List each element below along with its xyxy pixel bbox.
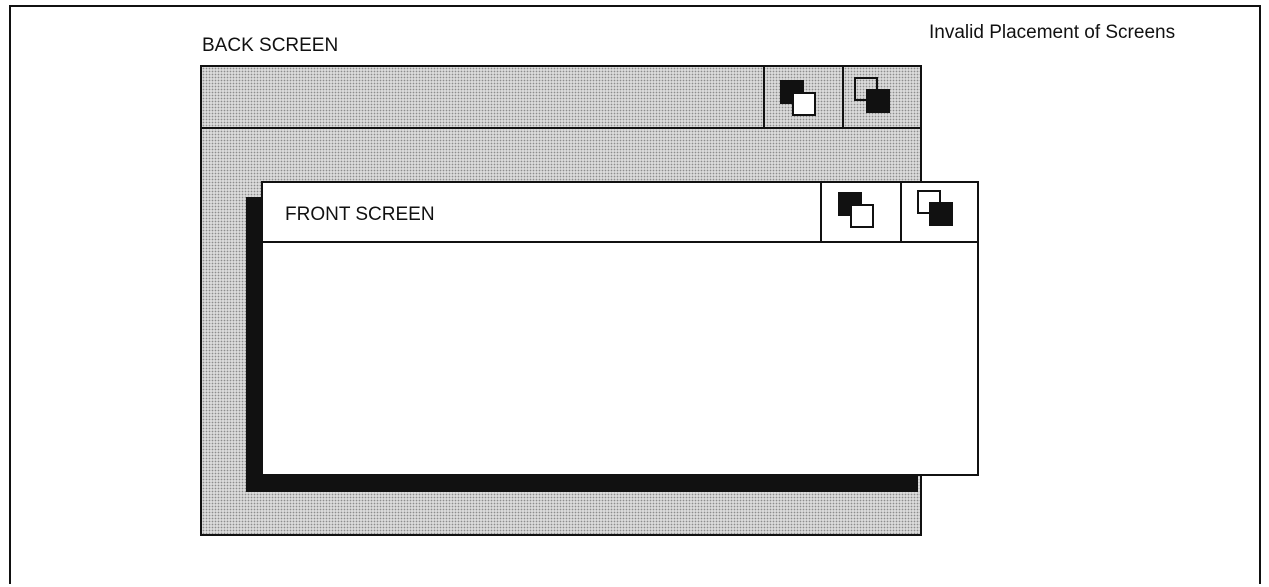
send-to-back-icon	[854, 77, 894, 115]
back-screen-titlebar	[202, 67, 920, 129]
front-screen-title: FRONT SCREEN	[285, 204, 435, 225]
front-screen-titlebar: FRONT SCREEN	[263, 183, 977, 243]
bring-to-front-icon	[838, 192, 878, 232]
front-screen-back-button[interactable]	[900, 183, 977, 241]
front-screen-content	[263, 243, 977, 474]
send-to-back-icon	[917, 190, 957, 230]
front-screen-front-button[interactable]	[820, 183, 900, 241]
back-screen-title: BACK SCREEN	[202, 35, 339, 56]
back-screen-back-button[interactable]	[842, 67, 920, 127]
front-screen-window: FRONT SCREEN	[261, 181, 979, 476]
back-screen-front-button[interactable]	[763, 67, 842, 127]
bring-to-front-icon	[780, 80, 820, 118]
figure-caption: Invalid Placement of Screens	[929, 22, 1176, 43]
